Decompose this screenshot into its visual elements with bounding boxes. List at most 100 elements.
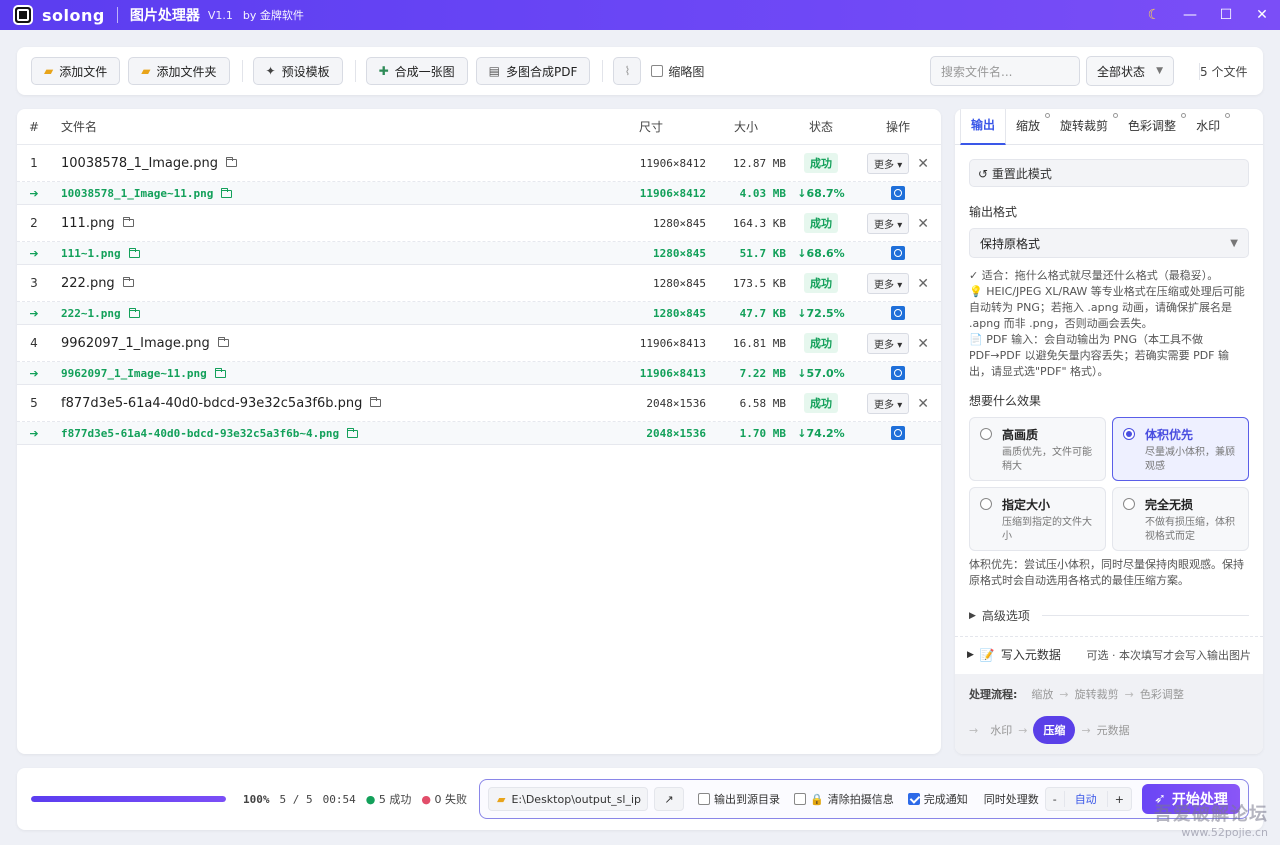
reset-mode-button[interactable]: ↺ 重置此模式 xyxy=(969,159,1249,187)
more-button[interactable]: 更多 ▾ xyxy=(867,272,910,294)
app-by: by 金牌软件 xyxy=(242,9,304,22)
close-button[interactable]: ✕ xyxy=(1244,7,1280,23)
open-file-icon[interactable] xyxy=(891,426,905,440)
option-size-first[interactable]: 体积优先 尽量减小体积，兼顾观感 xyxy=(1112,417,1249,481)
maximize-button[interactable]: ☐ xyxy=(1208,7,1244,23)
settings-panel: 输出 缩放 旋转裁剪 色彩调整 水印 ↺ 重置此模式 输出格式 保持原格式 ▼ ✓… xyxy=(955,109,1263,754)
remove-icon[interactable]: ✕ xyxy=(917,156,929,172)
open-file-icon[interactable] xyxy=(891,366,905,380)
tab-color-adjust[interactable]: 色彩调整 xyxy=(1118,113,1187,144)
clear-list-button[interactable]: ⌇ xyxy=(613,57,642,85)
folder-icon[interactable] xyxy=(128,247,140,258)
thumbnail-checkbox[interactable] xyxy=(651,65,664,77)
status-badge: 成功 xyxy=(804,153,838,173)
compression-ratio: ↓68.7% xyxy=(797,186,845,200)
metadata-toggle[interactable]: ▶ 📝 写入元数据 可选 · 本次填写才会写入输出图片 xyxy=(955,636,1263,672)
option-high-quality[interactable]: 高画质 画质优先，文件可能稍大 xyxy=(969,417,1106,481)
table-row[interactable]: 4 9962097_1_Image.png 11906×8413 16.81 MB 成功… xyxy=(17,325,941,362)
folder-icon[interactable] xyxy=(347,427,359,438)
folder-icon[interactable] xyxy=(370,397,382,407)
table-row[interactable]: 3 222.png 1280×845 173.5 KB 成功 更多 ▾ ✕ xyxy=(17,265,941,302)
file-size: 164.3 KB xyxy=(733,216,786,230)
folder-icon[interactable] xyxy=(214,367,226,378)
file-size: 12.87 MB xyxy=(733,156,786,170)
tab-resize[interactable]: 缩放 xyxy=(1006,113,1051,144)
decrement-button[interactable]: - xyxy=(1046,793,1064,806)
output-file-name: f877d3e5-61a4-40d0-bdcd-93e32c5a3f6b~4.p… xyxy=(51,427,596,440)
more-button[interactable]: 更多 ▾ xyxy=(867,152,910,174)
row-index: 2 xyxy=(30,216,38,230)
col-dimensions: 尺寸 xyxy=(638,120,663,134)
folder-icon[interactable] xyxy=(226,157,238,167)
table-header: # 文件名 尺寸 大小 状态 操作 xyxy=(17,109,941,145)
table-row[interactable]: 1 10038578_1_Image.png 11906×8412 12.87 MB 成… xyxy=(17,145,941,182)
folder-icon[interactable] xyxy=(128,307,140,318)
operation-cell: 更多 ▾ ✕ xyxy=(856,392,940,414)
add-file-button[interactable]: ▰ 添加文件 xyxy=(31,57,121,85)
compression-ratio: ↓74.2% xyxy=(797,426,845,440)
tab-watermark[interactable]: 水印 xyxy=(1186,113,1231,144)
concurrency-value[interactable]: 自动 xyxy=(1063,791,1108,807)
remove-icon[interactable]: ✕ xyxy=(917,396,929,412)
increment-button[interactable]: + xyxy=(1108,793,1131,806)
merge-pdf-button[interactable]: ▤ 多图合成PDF xyxy=(475,57,591,85)
watermark: 吾爱破解论坛 www.52pojie.cn xyxy=(1154,804,1268,839)
arrow-right-icon: → xyxy=(1124,687,1134,701)
folder-icon[interactable] xyxy=(122,217,134,227)
option-target-size[interactable]: 指定大小 压缩到指定的文件大小 xyxy=(969,487,1106,551)
output-row[interactable]: ➔ 9962097_1_Image~11.png 11906×8413 7.22 MB… xyxy=(17,362,941,385)
toolbar-divider xyxy=(602,60,604,82)
output-row[interactable]: ➔ f877d3e5-61a4-40d0-bdcd-93e32c5a3f6b~4.… xyxy=(17,422,941,445)
document-icon: ▤ xyxy=(488,64,500,78)
status-filter-select[interactable]: 全部状态 ▼ xyxy=(1086,56,1174,86)
output-size: 7.22 MB xyxy=(739,366,786,380)
tab-output[interactable]: 输出 xyxy=(960,109,1007,145)
output-format-select[interactable]: 保持原格式 ▼ xyxy=(969,228,1249,258)
output-row[interactable]: ➔ 111~1.png 1280×845 51.7 KB ↓68.6% xyxy=(17,242,941,265)
col-status: 状态 xyxy=(808,120,833,134)
folder-icon[interactable] xyxy=(122,277,134,287)
theme-moon-icon[interactable]: ☾ xyxy=(1136,7,1172,23)
folder-icon[interactable] xyxy=(221,187,233,198)
output-arrow-icon: ➔ xyxy=(29,366,39,380)
tab-rotate-crop[interactable]: 旋转裁剪 xyxy=(1050,113,1119,144)
more-button[interactable]: 更多 ▾ xyxy=(867,212,910,234)
output-dimensions: 11906×8412 xyxy=(639,186,706,200)
file-size: 173.5 KB xyxy=(733,276,786,290)
output-size: 51.7 KB xyxy=(739,246,786,260)
open-file-icon[interactable] xyxy=(891,246,905,260)
folder-icon[interactable] xyxy=(217,337,229,347)
open-file-icon[interactable] xyxy=(891,186,905,200)
output-to-source-checkbox[interactable] xyxy=(698,793,710,805)
file-dimensions: 2048×1536 xyxy=(646,396,706,410)
preset-template-button[interactable]: ✦ 预设模板 xyxy=(252,57,343,85)
table-row[interactable]: 5 f877d3e5-61a4-40d0-bdcd-93e32c5a3f6b.pn… xyxy=(17,385,941,422)
advanced-options-toggle[interactable]: ▶ 高级选项 xyxy=(969,607,1249,624)
notify-toggle[interactable]: 完成通知 xyxy=(907,791,968,807)
table-row[interactable]: 2 111.png 1280×845 164.3 KB 成功 更多 ▾ ✕ xyxy=(17,205,941,242)
minimize-button[interactable]: — xyxy=(1172,7,1208,23)
more-button[interactable]: 更多 ▾ xyxy=(867,332,910,354)
clear-exif-toggle[interactable]: 🔒 清除拍摄信息 xyxy=(794,791,894,807)
search-input[interactable]: 搜索文件名... xyxy=(930,56,1080,86)
add-folder-button[interactable]: ▰ 添加文件夹 xyxy=(128,57,230,85)
merge-one-image-button[interactable]: ✚ 合成一张图 xyxy=(365,57,468,85)
output-row[interactable]: ➔ 222~1.png 1280×845 47.7 KB ↓72.5% xyxy=(17,302,941,325)
radio-icon xyxy=(980,498,992,510)
option-lossless[interactable]: 完全无损 不做有损压缩，体积视格式而定 xyxy=(1112,487,1249,551)
output-path-field[interactable]: ▰ E:\Desktop\output_sl_ip xyxy=(488,787,648,811)
thumbnail-toggle[interactable]: 缩略图 xyxy=(651,63,704,80)
output-row[interactable]: ➔ 10038578_1_Image~11.png 11906×8412 4.03 M… xyxy=(17,182,941,205)
file-size: 6.58 MB xyxy=(739,396,786,410)
open-output-button[interactable]: ↗ xyxy=(654,787,684,811)
remove-icon[interactable]: ✕ xyxy=(917,276,929,292)
output-to-source-toggle[interactable]: 输出到源目录 xyxy=(698,791,780,807)
more-button[interactable]: 更多 ▾ xyxy=(867,392,910,414)
remove-icon[interactable]: ✕ xyxy=(917,216,929,232)
remove-icon[interactable]: ✕ xyxy=(917,336,929,352)
notify-checkbox[interactable] xyxy=(907,793,920,805)
puzzle-icon: ✚ xyxy=(378,64,389,78)
clear-exif-checkbox[interactable] xyxy=(794,793,806,805)
open-file-icon[interactable] xyxy=(891,306,905,320)
flow-step-metadata: 元数据 xyxy=(1096,724,1130,737)
